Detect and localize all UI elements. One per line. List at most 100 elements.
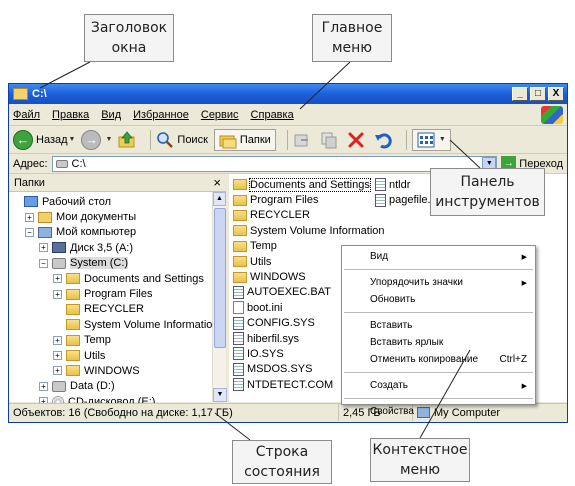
folder-icon: [66, 288, 80, 300]
tree-item[interactable]: System Volume Information: [11, 317, 226, 332]
tree-item[interactable]: Рабочий стол: [11, 194, 226, 209]
file-item[interactable]: System Volume Information: [233, 223, 385, 238]
tree-item[interactable]: RECYCLER: [11, 302, 226, 317]
tree-item[interactable]: + Program Files: [11, 286, 226, 301]
chevron-down-icon: ▼: [105, 136, 113, 143]
file-item-label: Program Files: [250, 194, 319, 207]
expand-plus-icon[interactable]: +: [53, 289, 62, 299]
tree-item[interactable]: + Utils: [11, 348, 226, 363]
tree-item[interactable]: + WINDOWS: [11, 363, 226, 378]
scroll-up-icon[interactable]: ▲: [213, 192, 226, 206]
menu-view[interactable]: Вид: [101, 109, 121, 121]
up-folder-button[interactable]: [118, 130, 139, 149]
tree-item[interactable]: + Мои документы: [11, 209, 226, 224]
shortcut-label: Ctrl+Z: [499, 354, 528, 365]
delete-x-icon: [348, 132, 364, 147]
window-title: C:\: [32, 88, 47, 100]
menu-file[interactable]: Файл: [13, 109, 40, 121]
menu-favorites[interactable]: Избранное: [133, 109, 189, 121]
move-to-icon: [294, 134, 308, 146]
tree-item[interactable]: − System (C:): [11, 256, 226, 271]
address-value: C:\: [71, 157, 86, 170]
title-bar[interactable]: C:\ _ □ X: [9, 84, 567, 104]
file-item-label: ntldr: [389, 178, 411, 191]
menu-separator: [344, 312, 533, 313]
expand-plus-icon[interactable]: +: [53, 335, 62, 345]
scroll-thumb[interactable]: [214, 208, 226, 348]
forward-button[interactable]: → ▼: [81, 129, 113, 150]
menu-help[interactable]: Справка: [251, 109, 294, 121]
file-item-label: WINDOWS: [250, 271, 306, 284]
views-button[interactable]: ▼: [411, 128, 451, 151]
context-menu-item[interactable]: Свойства: [342, 403, 535, 420]
context-menu-item[interactable]: Вставить ярлык: [342, 334, 535, 351]
context-menu-item[interactable]: Упорядочить значки ▶: [342, 274, 535, 291]
folder-icon: [66, 334, 80, 346]
tree-item[interactable]: + Temp: [11, 333, 226, 348]
tree-item[interactable]: + Data (D:): [11, 379, 226, 394]
folders-pane: Папки × Рабочий стол + Мои документы − Мой к…: [9, 174, 229, 408]
expand-plus-icon[interactable]: +: [53, 274, 62, 284]
file-item-label: AUTOEXEC.BAT: [247, 286, 331, 299]
context-menu-item[interactable]: Отменить копирование Ctrl+Z: [342, 351, 535, 368]
context-menu-item[interactable]: Создать ▶: [342, 377, 535, 394]
menu-edit[interactable]: Правка: [52, 109, 89, 121]
expand-plus-icon[interactable]: +: [39, 243, 48, 253]
copy-to-icon: [321, 132, 337, 148]
file-item[interactable]: Program Files: [233, 192, 385, 207]
undo-button[interactable]: [374, 131, 395, 149]
back-button[interactable]: ← Назад ▼: [13, 129, 75, 150]
folders-button[interactable]: Папки: [213, 128, 276, 151]
callout-context-menu: Контекстное меню: [370, 438, 470, 482]
expand-plus-icon[interactable]: +: [53, 351, 62, 361]
maximize-button[interactable]: □: [530, 87, 546, 101]
file-item[interactable]: ntldr: [375, 177, 431, 192]
context-menu-item-label: Создать: [370, 380, 409, 391]
tree-item-label: Диск 3,5 (A:): [70, 241, 134, 254]
copy-to-button[interactable]: [320, 131, 341, 149]
move-to-button[interactable]: [293, 131, 314, 149]
file-item[interactable]: Documents and Settings: [233, 177, 385, 192]
folders-label: Папки: [239, 133, 271, 146]
menu-tools[interactable]: Сервис: [201, 109, 239, 121]
collapse-minus-icon[interactable]: −: [39, 258, 48, 268]
tree-item[interactable]: − Мой компьютер: [11, 225, 226, 240]
delete-button[interactable]: [347, 131, 368, 149]
main-menu: Файл Правка Вид Избранное Сервис Справка: [9, 104, 567, 126]
window-controls: _ □ X: [512, 87, 564, 101]
context-menu-item-label: Вид: [370, 251, 389, 262]
tree-item-label: System Volume Information: [84, 318, 219, 331]
collapse-minus-icon[interactable]: −: [25, 227, 34, 237]
floppy-icon: [52, 242, 66, 254]
search-button[interactable]: Поиск: [156, 131, 208, 149]
undo-icon: [374, 132, 392, 148]
close-icon[interactable]: ×: [213, 175, 221, 190]
expand-plus-icon[interactable]: +: [53, 366, 62, 376]
status-objects: Объектов: 16 (Свободно на диске: 1,17 ГБ…: [9, 404, 339, 421]
submenu-arrow-icon: ▶: [521, 253, 527, 261]
context-menu-item-label: Отменить копирование: [370, 354, 479, 365]
context-menu-item[interactable]: Обновить: [342, 291, 535, 308]
close-button[interactable]: X: [548, 87, 564, 101]
tree-item[interactable]: + Диск 3,5 (A:): [11, 240, 226, 255]
file-item[interactable]: RECYCLER: [233, 208, 385, 223]
folder-icon: [233, 256, 247, 268]
file-item[interactable]: pagefile.: [375, 192, 431, 207]
folder-tree: Рабочий стол + Мои документы − Мой компьютер…: [9, 192, 226, 409]
file-item-label: Utils: [250, 255, 272, 268]
folders-scrollbar[interactable]: ▲ ▼: [212, 192, 227, 402]
expand-plus-icon[interactable]: +: [25, 212, 34, 222]
context-menu-item-label: Обновить: [370, 294, 416, 305]
scroll-down-icon[interactable]: ▼: [213, 388, 227, 402]
system-file-icon: [233, 332, 244, 346]
system-file-icon: [233, 362, 244, 376]
tree-item[interactable]: + Documents and Settings: [11, 271, 226, 286]
callout-main-menu: Главное меню: [312, 14, 392, 62]
ini-file-icon: [233, 301, 244, 315]
expand-plus-icon[interactable]: +: [39, 381, 48, 391]
system-file-icon: [233, 378, 244, 392]
context-menu-item[interactable]: Вид ▶: [342, 248, 535, 265]
tree-item-label: Рабочий стол: [42, 195, 112, 208]
context-menu-item[interactable]: Вставить: [342, 317, 535, 334]
minimize-button[interactable]: _: [512, 87, 528, 101]
